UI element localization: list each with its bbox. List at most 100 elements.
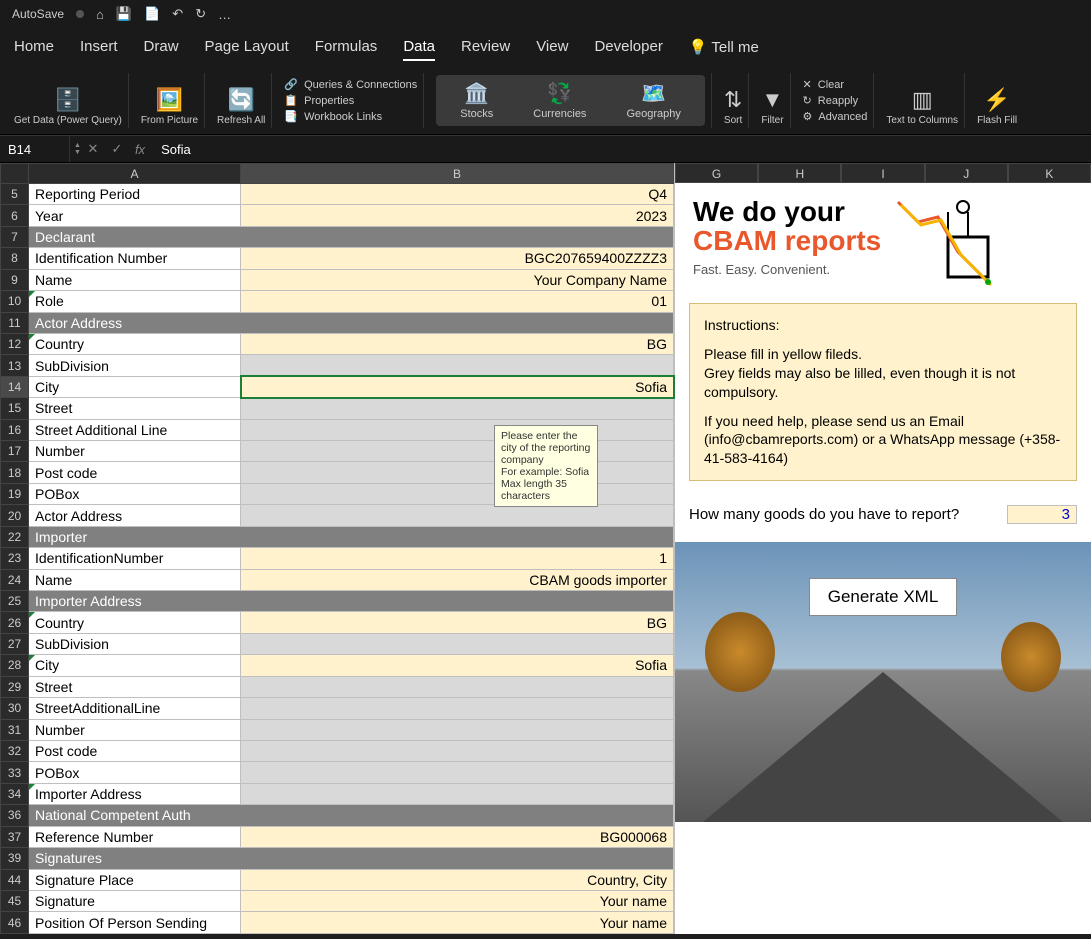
- section-header-cell[interactable]: Signatures: [29, 848, 674, 869]
- tab-page-layout[interactable]: Page Layout: [205, 38, 289, 61]
- label-cell[interactable]: City: [29, 376, 241, 397]
- label-cell[interactable]: City: [29, 655, 241, 676]
- row-header[interactable]: 15: [1, 398, 29, 419]
- col-header-i[interactable]: I: [841, 163, 924, 183]
- value-cell[interactable]: 01: [241, 291, 674, 312]
- col-headers-right[interactable]: G H I J K: [675, 163, 1091, 183]
- text-to-columns-button[interactable]: ▥ Text to Columns: [880, 73, 965, 128]
- value-cell[interactable]: [241, 505, 674, 526]
- cancel-button[interactable]: ✕: [81, 141, 105, 157]
- section-header-cell[interactable]: National Competent Auth: [29, 805, 674, 826]
- value-cell[interactable]: [241, 676, 674, 697]
- home-icon[interactable]: ⌂: [96, 7, 104, 22]
- fx-icon[interactable]: fx: [129, 142, 151, 157]
- value-cell[interactable]: 1: [241, 548, 674, 569]
- col-header-g[interactable]: G: [675, 163, 758, 183]
- label-cell[interactable]: IdentificationNumber: [29, 548, 241, 569]
- row-header[interactable]: 7: [1, 226, 29, 247]
- clear-button[interactable]: ✕Clear: [803, 78, 845, 91]
- col-header-b[interactable]: B: [241, 164, 674, 184]
- label-cell[interactable]: Identification Number: [29, 248, 241, 269]
- queries-button[interactable]: 🔗Queries & Connections: [284, 78, 417, 91]
- row-header[interactable]: 5: [1, 184, 29, 205]
- row-header[interactable]: 45: [1, 890, 29, 911]
- tab-home[interactable]: Home: [14, 38, 54, 61]
- row-header[interactable]: 36: [1, 805, 29, 826]
- value-cell[interactable]: Sofia: [241, 655, 674, 676]
- label-cell[interactable]: Importer Address: [29, 783, 241, 804]
- label-cell[interactable]: Number: [29, 719, 241, 740]
- row-header[interactable]: 33: [1, 762, 29, 783]
- namebox-stepper[interactable]: ▲▼: [74, 142, 81, 156]
- goods-count-cell[interactable]: 3: [1007, 505, 1077, 524]
- export-icon[interactable]: 📄: [144, 6, 160, 22]
- value-cell[interactable]: [241, 633, 674, 654]
- row-header[interactable]: 27: [1, 633, 29, 654]
- flash-fill-button[interactable]: ⚡ Flash Fill: [971, 73, 1023, 128]
- confirm-button[interactable]: ✓: [105, 141, 129, 157]
- row-header[interactable]: 17: [1, 441, 29, 462]
- row-header[interactable]: 9: [1, 269, 29, 290]
- stocks-button[interactable]: 🏛️Stocks: [460, 81, 493, 120]
- tab-developer[interactable]: Developer: [594, 38, 662, 61]
- row-header[interactable]: 37: [1, 826, 29, 847]
- more-icon[interactable]: …: [218, 7, 231, 22]
- value-cell[interactable]: [241, 719, 674, 740]
- tab-formulas[interactable]: Formulas: [315, 38, 378, 61]
- row-header[interactable]: 31: [1, 719, 29, 740]
- row-header[interactable]: 14: [1, 376, 29, 397]
- label-cell[interactable]: Street Additional Line: [29, 419, 241, 440]
- row-header[interactable]: 32: [1, 740, 29, 761]
- label-cell[interactable]: Name: [29, 569, 241, 590]
- col-header-j[interactable]: J: [925, 163, 1008, 183]
- value-cell[interactable]: [241, 419, 674, 440]
- label-cell[interactable]: Actor Address: [29, 505, 241, 526]
- formula-input[interactable]: Sofia: [151, 142, 191, 157]
- value-cell[interactable]: BG: [241, 612, 674, 633]
- section-header-cell[interactable]: Declarant: [29, 226, 674, 247]
- col-header-k[interactable]: K: [1008, 163, 1091, 183]
- col-header-h[interactable]: H: [758, 163, 841, 183]
- row-header[interactable]: 23: [1, 548, 29, 569]
- value-cell[interactable]: [241, 398, 674, 419]
- label-cell[interactable]: Year: [29, 205, 241, 226]
- geography-button[interactable]: 🗺️Geography: [626, 81, 680, 120]
- label-cell[interactable]: Role: [29, 291, 241, 312]
- label-cell[interactable]: Signature: [29, 890, 241, 911]
- label-cell[interactable]: Number: [29, 441, 241, 462]
- value-cell[interactable]: CBAM goods importer: [241, 569, 674, 590]
- value-cell[interactable]: Your name: [241, 890, 674, 911]
- tab-review[interactable]: Review: [461, 38, 510, 61]
- label-cell[interactable]: Position Of Person Sending: [29, 912, 241, 934]
- value-cell[interactable]: Sofia: [241, 376, 674, 397]
- generate-xml-button[interactable]: Generate XML: [809, 578, 958, 616]
- tab-view[interactable]: View: [536, 38, 568, 61]
- grid-left[interactable]: A B 5Reporting PeriodQ46Year20237Declara…: [0, 163, 674, 934]
- refresh-all-button[interactable]: 🔄 Refresh All: [211, 73, 272, 128]
- value-cell[interactable]: Your Company Name: [241, 269, 674, 290]
- from-picture-button[interactable]: 🖼️ From Picture: [135, 73, 205, 128]
- row-header[interactable]: 44: [1, 869, 29, 890]
- row-header[interactable]: 12: [1, 333, 29, 354]
- row-header[interactable]: 26: [1, 612, 29, 633]
- label-cell[interactable]: Post code: [29, 740, 241, 761]
- value-cell[interactable]: 2023: [241, 205, 674, 226]
- value-cell[interactable]: BGC207659400ZZZZ3: [241, 248, 674, 269]
- row-header[interactable]: 10: [1, 291, 29, 312]
- row-header[interactable]: 11: [1, 312, 29, 333]
- row-header[interactable]: 34: [1, 783, 29, 804]
- value-cell[interactable]: [241, 483, 674, 504]
- label-cell[interactable]: Street: [29, 676, 241, 697]
- label-cell[interactable]: Signature Place: [29, 869, 241, 890]
- label-cell[interactable]: Post code: [29, 462, 241, 483]
- row-header[interactable]: 29: [1, 676, 29, 697]
- row-header[interactable]: 19: [1, 483, 29, 504]
- row-header[interactable]: 6: [1, 205, 29, 226]
- section-header-cell[interactable]: Importer Address: [29, 591, 674, 612]
- tab-data[interactable]: Data: [403, 38, 435, 61]
- label-cell[interactable]: Reporting Period: [29, 184, 241, 205]
- tab-tell-me[interactable]: 💡 Tell me: [689, 38, 759, 61]
- row-header[interactable]: 22: [1, 526, 29, 547]
- value-cell[interactable]: BG000068: [241, 826, 674, 847]
- tab-draw[interactable]: Draw: [144, 38, 179, 61]
